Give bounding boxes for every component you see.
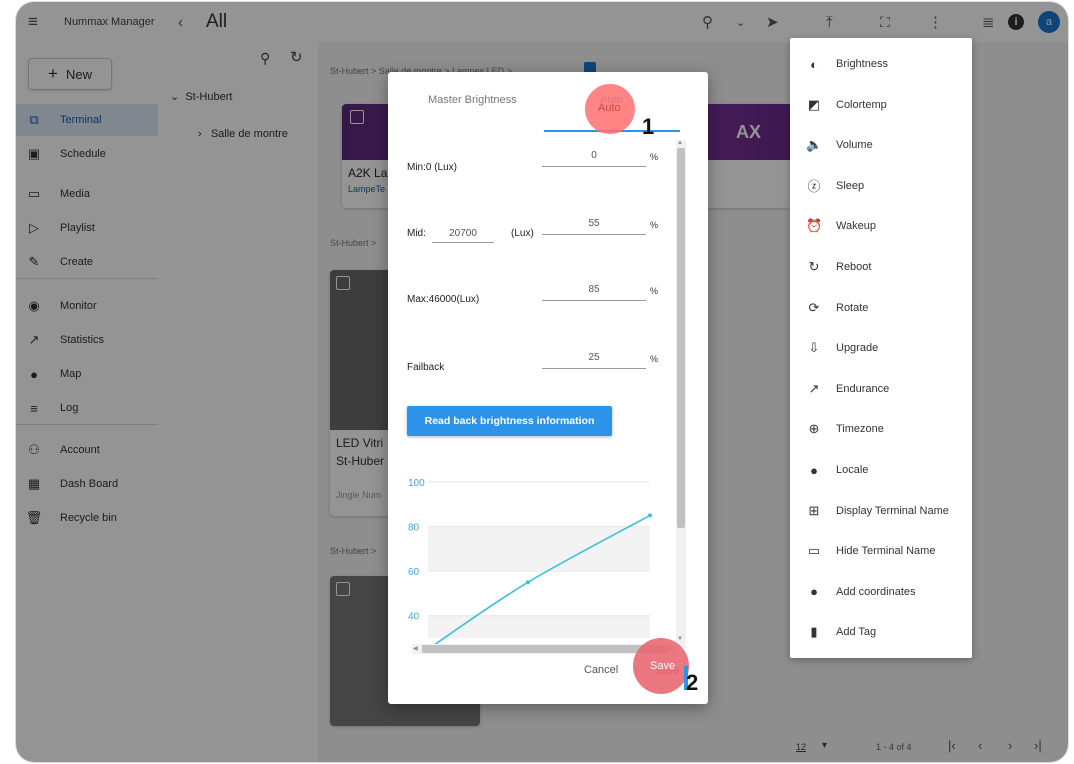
sleep-icon: ⓩ <box>807 179 821 195</box>
menu-item-label: Endurance <box>836 382 890 395</box>
cancel-button[interactable]: Cancel <box>584 664 618 676</box>
mid-percent: % <box>650 220 659 230</box>
min-percent: % <box>650 152 659 162</box>
y-tick-label: 60 <box>408 567 420 578</box>
menu-item-label: Hide Terminal Name <box>836 545 936 558</box>
colortemp-icon: ◩ <box>807 96 821 112</box>
mid-lux-underline <box>432 242 494 243</box>
auto-tab-highlight-label: Auto <box>598 102 621 114</box>
menu-item-sleep[interactable]: ⓩ Sleep <box>790 166 972 206</box>
tab-master-brightness[interactable]: Master Brightness <box>428 94 517 106</box>
mid-unit: (Lux) <box>511 228 534 239</box>
menu-item-add-coordinates[interactable]: ● Add coordinates <box>790 572 972 612</box>
scroll-left-arrow-icon[interactable]: ◀ <box>413 645 418 652</box>
max-label: Max:46000(Lux) <box>407 294 480 305</box>
menu-item-locale[interactable]: ● Locale <box>790 450 972 490</box>
bookmark-icon: ▮ <box>810 624 818 640</box>
brightness-dialog: Master Brightness Auto Min:0 (Lux) 0 % M… <box>388 72 708 704</box>
locale-icon: ● <box>810 462 818 478</box>
menu-item-label: Timezone <box>836 423 884 436</box>
menu-item-reboot[interactable]: ↻ Reboot <box>790 247 972 287</box>
min-value-input[interactable]: 0 <box>542 150 646 161</box>
alarm-icon: ⏰ <box>806 218 823 234</box>
y-tick-label: 40 <box>408 612 420 623</box>
mid-label: Mid: <box>407 228 426 239</box>
menu-item-wakeup[interactable]: ⏰ Wakeup <box>790 206 972 246</box>
max-value-underline <box>542 300 646 301</box>
min-value-underline <box>542 166 646 167</box>
menu-item-volume[interactable]: 🔈 Volume <box>790 125 972 165</box>
terminal-actions-menu: ◐ Brightness ◩ Colortemp 🔈 Volume ⓩ Sleep ⏰ Wakeu… <box>790 38 972 658</box>
globe-icon: ⊕ <box>808 421 820 437</box>
menu-item-endurance[interactable]: ↗ Endurance <box>790 369 972 409</box>
pin-icon: ● <box>810 584 818 600</box>
menu-item-label: Sleep <box>836 179 865 192</box>
max-percent: % <box>650 286 659 296</box>
failback-value-input[interactable]: 25 <box>542 352 646 363</box>
volume-icon: 🔈 <box>806 137 823 153</box>
menu-item-upgrade[interactable]: ⇩ Upgrade <box>790 328 972 368</box>
reboot-icon: ↻ <box>808 259 820 274</box>
read-back-brightness-button[interactable]: Read back brightness information <box>407 406 612 436</box>
menu-item-display-terminal-name[interactable]: ⊞ Display Terminal Name <box>790 491 972 531</box>
min-label: Min:0 (Lux) <box>407 162 458 173</box>
rotate-icon: ⟳ <box>808 299 820 315</box>
app-window: ≡ Nummax Manager ‹ All ⚲ ⌄ ➤ ⤒ ⛶ ⋮ ≣ i a… <box>16 2 1068 762</box>
menu-item-label: Add Tag <box>836 626 877 639</box>
max-value-input[interactable]: 85 <box>542 284 646 295</box>
step-marker-2: 2 <box>686 670 699 695</box>
menu-item-hide-terminal-name[interactable]: ▭ Hide Terminal Name <box>790 531 972 571</box>
menu-item-label: Volume <box>836 139 873 152</box>
horizontal-scroll-thumb[interactable] <box>422 645 666 653</box>
step-marker-1: 1 <box>642 114 655 139</box>
endurance-icon: ↗ <box>808 380 820 396</box>
mid-value-input[interactable]: 55 <box>542 218 646 229</box>
menu-item-label: Upgrade <box>836 342 879 355</box>
menu-item-label: Colortemp <box>836 98 887 111</box>
curve-point <box>525 580 530 585</box>
y-tick-label: 80 <box>408 523 420 534</box>
scroll-up-arrow-icon[interactable]: ▲ <box>677 140 683 146</box>
failback-percent: % <box>650 354 659 364</box>
menu-item-label: Rotate <box>836 301 869 314</box>
failback-label: Failback <box>407 362 445 373</box>
y-tick-label: 100 <box>408 478 425 489</box>
menu-item-label: Locale <box>836 464 869 476</box>
save-highlight-label: Save <box>650 660 676 672</box>
scroll-down-arrow-icon[interactable]: ▼ <box>677 636 683 642</box>
upgrade-icon: ⇩ <box>808 340 820 356</box>
menu-item-brightness[interactable]: ◐ Brightness <box>790 44 972 84</box>
brightness-icon: ◐ <box>810 56 818 72</box>
menu-item-add-tag[interactable]: ▮ Add Tag <box>790 612 972 652</box>
mid-lux-input[interactable]: 20700 <box>432 228 494 239</box>
menu-item-timezone[interactable]: ⊕ Timezone <box>790 409 972 449</box>
menu-item-label: Display Terminal Name <box>836 504 949 517</box>
menu-item-rotate[interactable]: ⟳ Rotate <box>790 288 972 328</box>
mid-value-underline <box>542 234 646 235</box>
menu-item-label: Brightness <box>836 58 888 70</box>
curve-point <box>648 513 652 518</box>
vertical-scroll-thumb[interactable] <box>677 148 685 528</box>
brightness-curve-chart: 100 80 60 40 <box>408 478 652 648</box>
menu-item-label: Wakeup <box>836 220 876 233</box>
hide-name-icon: ▭ <box>807 543 821 559</box>
display-name-icon: ⊞ <box>808 502 820 518</box>
failback-value-underline <box>542 368 646 369</box>
menu-item-label: Reboot <box>836 261 872 273</box>
menu-item-label: Add coordinates <box>836 585 916 598</box>
menu-item-colortemp[interactable]: ◩ Colortemp <box>790 85 972 125</box>
